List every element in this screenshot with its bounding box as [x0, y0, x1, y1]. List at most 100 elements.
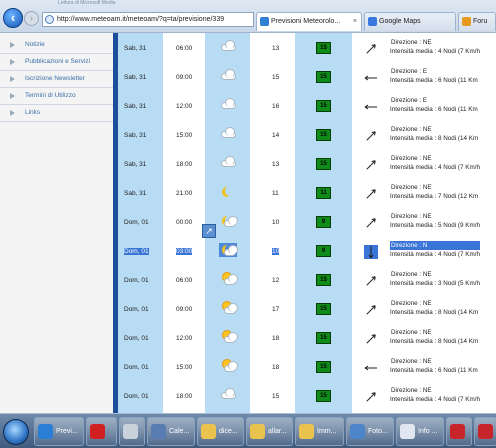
start-button[interactable] — [3, 419, 29, 445]
taskbar-button[interactable] — [119, 417, 145, 446]
arrow-right-icon — [10, 42, 15, 48]
taskbar-button[interactable]: dice... — [197, 417, 244, 446]
wind-intensity-text: Intensità media : 6 Nodi (11 Km — [390, 77, 478, 84]
wind-direction-text: Direzione : NE — [391, 387, 432, 394]
wind-direction-text: Direzione : N — [390, 241, 480, 250]
pdf-icon — [478, 424, 493, 439]
globe-icon — [45, 15, 54, 24]
wind-speed-badge: 9 — [316, 216, 331, 228]
wind-speed-badge: 15 — [316, 129, 331, 141]
tab-forum[interactable]: Foru — [458, 12, 496, 31]
accelerator-icon[interactable]: ↗ — [202, 224, 216, 238]
forecast-day: Sab, 31 — [124, 74, 147, 81]
wind-direction-arrow-icon — [364, 42, 378, 56]
wind-description: Direzione : NE Intensità media : 5 Nodi (… — [390, 212, 480, 230]
sun-cloud-icon — [219, 301, 238, 315]
taskbar-button[interactable]: Info ... — [396, 417, 444, 446]
photo-icon — [350, 424, 365, 439]
forecast-temperature: 11 — [272, 190, 279, 197]
taskbar-button-label: allar... — [268, 428, 287, 435]
forecast-row: Sab, 31 12:00 16 15 Direzione : E Intensità m… — [118, 92, 496, 121]
forward-button[interactable]: › — [24, 11, 39, 26]
wind-direction-text: Direzione : NE — [391, 329, 432, 336]
wind-description: Direzione : NE Intensità media : 7 Nodi (… — [390, 183, 478, 201]
sidebar-item-label: Links — [25, 109, 41, 116]
browser-toolbar: Lettura di Microsoft Media ‹ › http://ww… — [0, 0, 496, 33]
forecast-temperature: 15 — [272, 74, 280, 81]
wind-direction-text: Direzione : NE — [391, 300, 432, 307]
forecast-day: Dom, 01 — [124, 335, 149, 342]
forecast-hour: 09:00 — [176, 306, 193, 313]
wind-intensity-text: Intensità media : 7 Nodi (12 Km — [390, 193, 479, 200]
forum-favicon-icon — [462, 17, 471, 26]
calendar-icon — [151, 424, 166, 439]
taskbar-button[interactable]: bo — [474, 417, 496, 446]
taskbar-button[interactable]: allar... — [246, 417, 293, 446]
forecast-temperature: 18 — [272, 335, 280, 342]
forecast-row: Sab, 31 18:00 13 15 Direzione : NE Intensità … — [118, 150, 496, 179]
forecast-table: Sab, 31 06:00 13 15 Direzione : NE Intensità … — [118, 33, 496, 431]
taskbar-button[interactable] — [446, 417, 472, 446]
address-bar[interactable]: http://www.meteoam.it/meteoam/?q=ta/prev… — [42, 12, 254, 27]
wind-speed-badge: 15 — [316, 332, 331, 344]
taskbar-button[interactable]: Cale... — [147, 417, 195, 446]
wind-speed-badge: 15 — [316, 303, 331, 315]
wind-direction-arrow-icon — [364, 100, 378, 114]
forecast-temperature: 15 — [272, 393, 280, 400]
wind-direction-arrow-icon — [364, 274, 378, 288]
cloud-icon — [219, 69, 237, 83]
taskbar-button[interactable]: Foto... — [346, 417, 394, 446]
site-favicon-icon — [260, 17, 269, 26]
close-tab-icon[interactable]: × — [353, 13, 357, 30]
sidebar: Notizie Pubblicazioni e Servizi Iscrizio… — [0, 33, 113, 413]
forecast-row: Sab, 31 06:00 13 15 Direzione : NE Intensità … — [118, 34, 496, 63]
calculator-icon — [123, 424, 138, 439]
wind-speed-badge: 15 — [316, 158, 331, 170]
window-title: Lettura di Microsoft Media — [58, 0, 116, 6]
forecast-temperature: 10 — [272, 219, 280, 226]
tab-previsioni[interactable]: Previsioni Meteorolo... × — [256, 12, 362, 31]
sidebar-item-links[interactable]: Links — [0, 105, 113, 122]
sidebar-item-pubblicazioni[interactable]: Pubblicazioni e Servizi — [0, 54, 113, 71]
forecast-day: Sab, 31 — [124, 190, 147, 197]
forecast-temperature: 10 — [272, 248, 280, 255]
moon-icon — [219, 185, 237, 199]
forecast-hour: 00:00 — [176, 219, 193, 226]
forecast-row: Dom, 01 18:00 15 15 Direzione : NE Intensità … — [118, 382, 496, 411]
moon-cloud-icon — [219, 214, 238, 228]
wind-direction-text: Direzione : NE — [391, 271, 432, 278]
wind-direction-arrow-icon — [364, 129, 378, 143]
forecast-day: Dom, 01 — [124, 277, 149, 284]
cloud-icon — [219, 40, 237, 54]
forecast-hour: 21:00 — [176, 190, 193, 197]
wind-intensity-text: Intensità media : 4 Nodi (7 Km/h — [390, 396, 480, 403]
address-text: http://www.meteoam.it/meteoam/?q=ta/prev… — [57, 16, 225, 23]
forecast-row: Dom, 01 09:00 17 15 Direzione : NE Intensità … — [118, 295, 496, 324]
forecast-day: Dom, 01 — [124, 248, 149, 255]
sidebar-item-termini[interactable]: Termini di Utilizzo — [0, 88, 113, 105]
sidebar-item-label: Notizie — [25, 41, 45, 48]
sidebar-item-newsletter[interactable]: Iscrizione Newsletter — [0, 71, 113, 88]
forecast-temperature: 16 — [272, 103, 280, 110]
back-button[interactable]: ‹ — [3, 8, 23, 28]
wind-speed-badge: 15 — [316, 71, 331, 83]
taskbar-button[interactable]: Imm... — [295, 417, 344, 446]
sun-cloud-icon — [219, 272, 238, 286]
cloud-icon — [219, 127, 237, 141]
taskbar-button-label: Imm... — [317, 428, 337, 435]
taskbar-button-label: dice... — [219, 428, 238, 435]
taskbar-button[interactable] — [86, 417, 117, 446]
tab-label: Previsioni Meteorolo... — [271, 18, 341, 25]
tab-google-maps[interactable]: Google Maps — [364, 12, 456, 31]
wind-direction-arrow-icon — [364, 71, 378, 85]
forecast-temperature: 17 — [272, 306, 280, 313]
wind-direction-text: Direzione : NE — [391, 155, 432, 162]
forecast-row: Sab, 31 21:00 11 11 Direzione : NE Intensità … — [118, 179, 496, 208]
sidebar-item-notizie[interactable]: Notizie — [0, 37, 113, 54]
forecast-day: Dom, 01 — [124, 306, 149, 313]
forecast-hour: 18:00 — [176, 393, 193, 400]
wind-direction-text: Direzione : NE — [391, 213, 432, 220]
forecast-day: Dom, 01 — [124, 219, 149, 226]
wind-intensity-text: Intensità media : 3 Nodi (5 Km/h — [390, 280, 480, 287]
taskbar-button[interactable]: Previ... — [34, 417, 84, 446]
